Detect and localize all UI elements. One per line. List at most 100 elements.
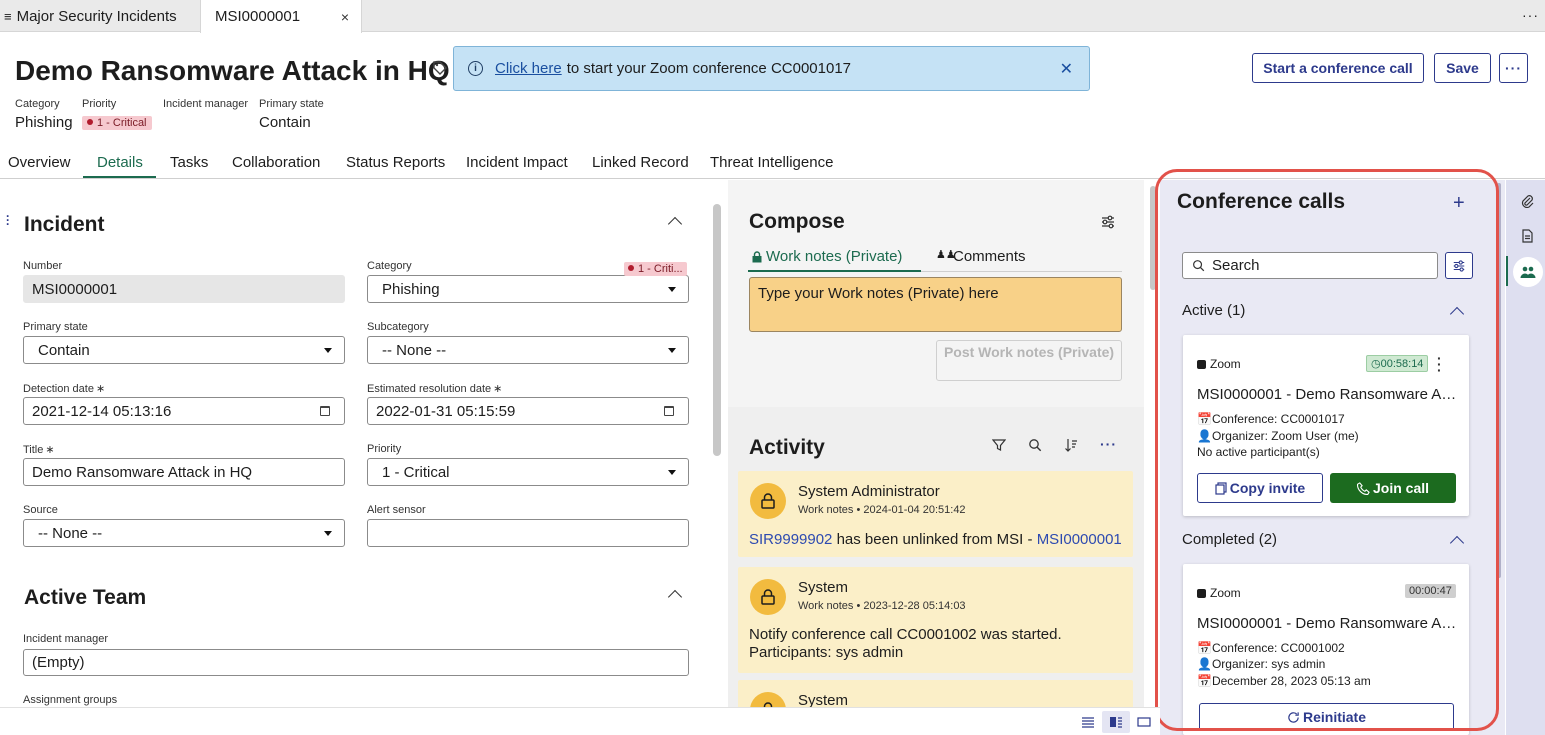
collapse-icon[interactable] — [667, 589, 683, 605]
activity-scrollbar[interactable] — [1150, 186, 1156, 290]
conference-filter-button[interactable] — [1445, 252, 1473, 279]
meta-primary-state: Primary state Contain — [259, 98, 324, 131]
tab-status-reports[interactable]: Status Reports — [346, 154, 445, 171]
join-call-button[interactable]: Join call — [1330, 473, 1456, 503]
settings-sliders-icon[interactable] — [1100, 214, 1116, 230]
zoom-provider: Zoom — [1197, 586, 1241, 600]
start-conference-button[interactable]: Start a conference call — [1252, 53, 1424, 83]
overflow-icon[interactable]: ··· — [1522, 7, 1539, 23]
meta-incident-manager: Incident manager — [163, 98, 248, 110]
tab-tasks[interactable]: Tasks — [170, 154, 208, 171]
activity-more-icon[interactable]: ··· — [1100, 436, 1117, 452]
form-scrollbar[interactable] — [713, 204, 721, 456]
activity-entry: System Administrator Work notes • 2024-0… — [738, 471, 1133, 557]
number-label: Number — [23, 260, 63, 272]
subcategory-select[interactable]: -- None -- — [367, 336, 689, 364]
tab-incident-impact[interactable]: Incident Impact — [466, 154, 568, 171]
list-view-icon[interactable] — [1081, 716, 1095, 728]
primary-state-select[interactable]: Contain — [23, 336, 345, 364]
alert-sensor-field[interactable] — [367, 519, 689, 547]
section-active-team-title: Active Team — [24, 586, 147, 609]
tab-collaboration[interactable]: Collaboration — [232, 154, 320, 171]
conference-people-icon[interactable] — [1513, 257, 1543, 287]
close-icon[interactable]: ✕ — [1060, 59, 1073, 79]
call-title: MSI0000001 - Demo Ransomware Attack in H… — [1197, 386, 1457, 403]
banner-text: to start your Zoom conference CC0001017 — [566, 60, 852, 77]
source-select[interactable]: -- None -- — [23, 519, 345, 547]
tab-linked-record[interactable]: Linked Record — [592, 154, 689, 171]
kebab-menu-icon[interactable]: · · · — [1437, 351, 1442, 377]
incident-manager-field[interactable]: (Empty) — [23, 649, 689, 676]
menu-icon[interactable]: ≡ — [4, 9, 12, 24]
activity-body: Notify conference call CC0001002 was sta… — [749, 626, 1062, 661]
tab-label: Major Security Incidents — [16, 7, 177, 25]
tab-overview[interactable]: Overview — [8, 154, 71, 171]
call-organizer: 👤Organizer: Zoom User (me) — [1197, 429, 1359, 443]
chevron-down-icon — [668, 470, 676, 475]
priority-label: Priority — [367, 443, 402, 455]
conference-search-input[interactable]: Search — [1182, 252, 1438, 279]
add-icon[interactable]: + — [1453, 192, 1465, 215]
sort-icon[interactable] — [1064, 438, 1078, 452]
conference-scrollbar[interactable] — [1497, 183, 1501, 578]
call-timer: ◷00:58:14 — [1366, 355, 1429, 372]
detection-date-field[interactable]: 2021-12-14 05:13:16 — [23, 397, 345, 425]
card-view-icon[interactable] — [1137, 716, 1151, 728]
record-tabs: Overview Details Tasks Collaboration Sta… — [0, 150, 1545, 179]
record-link[interactable]: SIR9999902 — [749, 531, 832, 548]
incident-manager-label: Incident manager — [23, 633, 108, 645]
resolution-label: Estimated resolution date ∗ — [367, 383, 503, 395]
view-toolbar — [0, 707, 1160, 735]
meta-priority: Priority 1 - Critical — [82, 98, 152, 130]
compose-card: Compose Work notes (Private) ♟♟ Comments… — [728, 180, 1144, 407]
activity-title: Activity — [749, 436, 825, 459]
zoom-provider: Zoom — [1197, 357, 1241, 371]
detection-label: Detection date ∗ — [23, 383, 106, 395]
document-icon[interactable] — [1520, 229, 1534, 243]
tab-label: MSI0000001 — [215, 8, 301, 25]
category-select[interactable]: Phishing — [367, 275, 689, 303]
active-compose-tab-indicator — [748, 270, 921, 272]
tab-comments[interactable]: ♟♟ Comments — [936, 248, 1026, 265]
active-call-card: Zoom ◷00:58:14 · · · MSI0000001 - Demo Ran… — [1183, 335, 1469, 516]
banner-link[interactable]: Click here — [495, 60, 562, 77]
info-icon: i — [468, 61, 483, 76]
more-actions-button[interactable]: ··· — [1499, 53, 1528, 83]
priority-badge: 1 - Criti... — [624, 262, 687, 276]
copy-invite-button[interactable]: Copy invite — [1197, 473, 1323, 503]
calendar-icon — [664, 406, 674, 416]
tab-major-security-incidents[interactable]: ≡ Major Security Incidents — [0, 0, 197, 32]
lock-icon — [752, 250, 762, 263]
activity-entry: System — [738, 680, 1133, 707]
activity-meta: Work notes • 2024-01-04 20:51:42 — [798, 504, 966, 516]
section-incident-title: Incident — [24, 213, 105, 236]
refresh-icon — [1288, 711, 1299, 723]
incident-form: Incident Number MSI0000001 Category Phis… — [0, 180, 710, 707]
tag-icon[interactable] — [432, 60, 448, 76]
save-button[interactable]: Save — [1434, 53, 1491, 83]
tab-details[interactable]: Details — [97, 154, 143, 171]
paperclip-icon[interactable] — [1520, 194, 1534, 208]
close-icon[interactable]: × — [341, 9, 349, 25]
filter-icon[interactable] — [992, 438, 1006, 452]
tab-threat-intelligence[interactable]: Threat Intelligence — [710, 154, 833, 171]
zoom-banner: i Click here to start your Zoom conferen… — [453, 46, 1090, 91]
activity-body: SIR9999902 has been unlinked from MSI - … — [749, 531, 1122, 548]
copy-icon — [1215, 481, 1227, 495]
tab-work-notes[interactable]: Work notes (Private) — [752, 248, 902, 265]
title-field[interactable]: Demo Ransomware Attack in HQ — [23, 458, 345, 486]
collapse-icon[interactable] — [667, 216, 683, 232]
tab-record[interactable]: MSI0000001 × — [200, 0, 362, 33]
work-notes-input[interactable]: Type your Work notes (Private) here — [749, 277, 1122, 332]
page-title: Demo Ransomware Attack in HQ — [15, 55, 450, 86]
search-icon[interactable] — [1028, 438, 1042, 452]
record-link[interactable]: MSI0000001 — [1037, 531, 1122, 548]
lock-icon — [750, 692, 786, 707]
priority-select[interactable]: 1 - Critical — [367, 458, 689, 486]
reinitiate-button[interactable]: Reinitiate — [1199, 703, 1454, 731]
calendar-icon — [320, 406, 330, 416]
assignment-groups-label: Assignment groups — [23, 694, 118, 706]
post-work-notes-button[interactable]: Post Work notes (Private) — [936, 340, 1122, 381]
resolution-date-field[interactable]: 2022-01-31 05:15:59 — [367, 397, 689, 425]
split-view-icon[interactable] — [1109, 716, 1123, 728]
